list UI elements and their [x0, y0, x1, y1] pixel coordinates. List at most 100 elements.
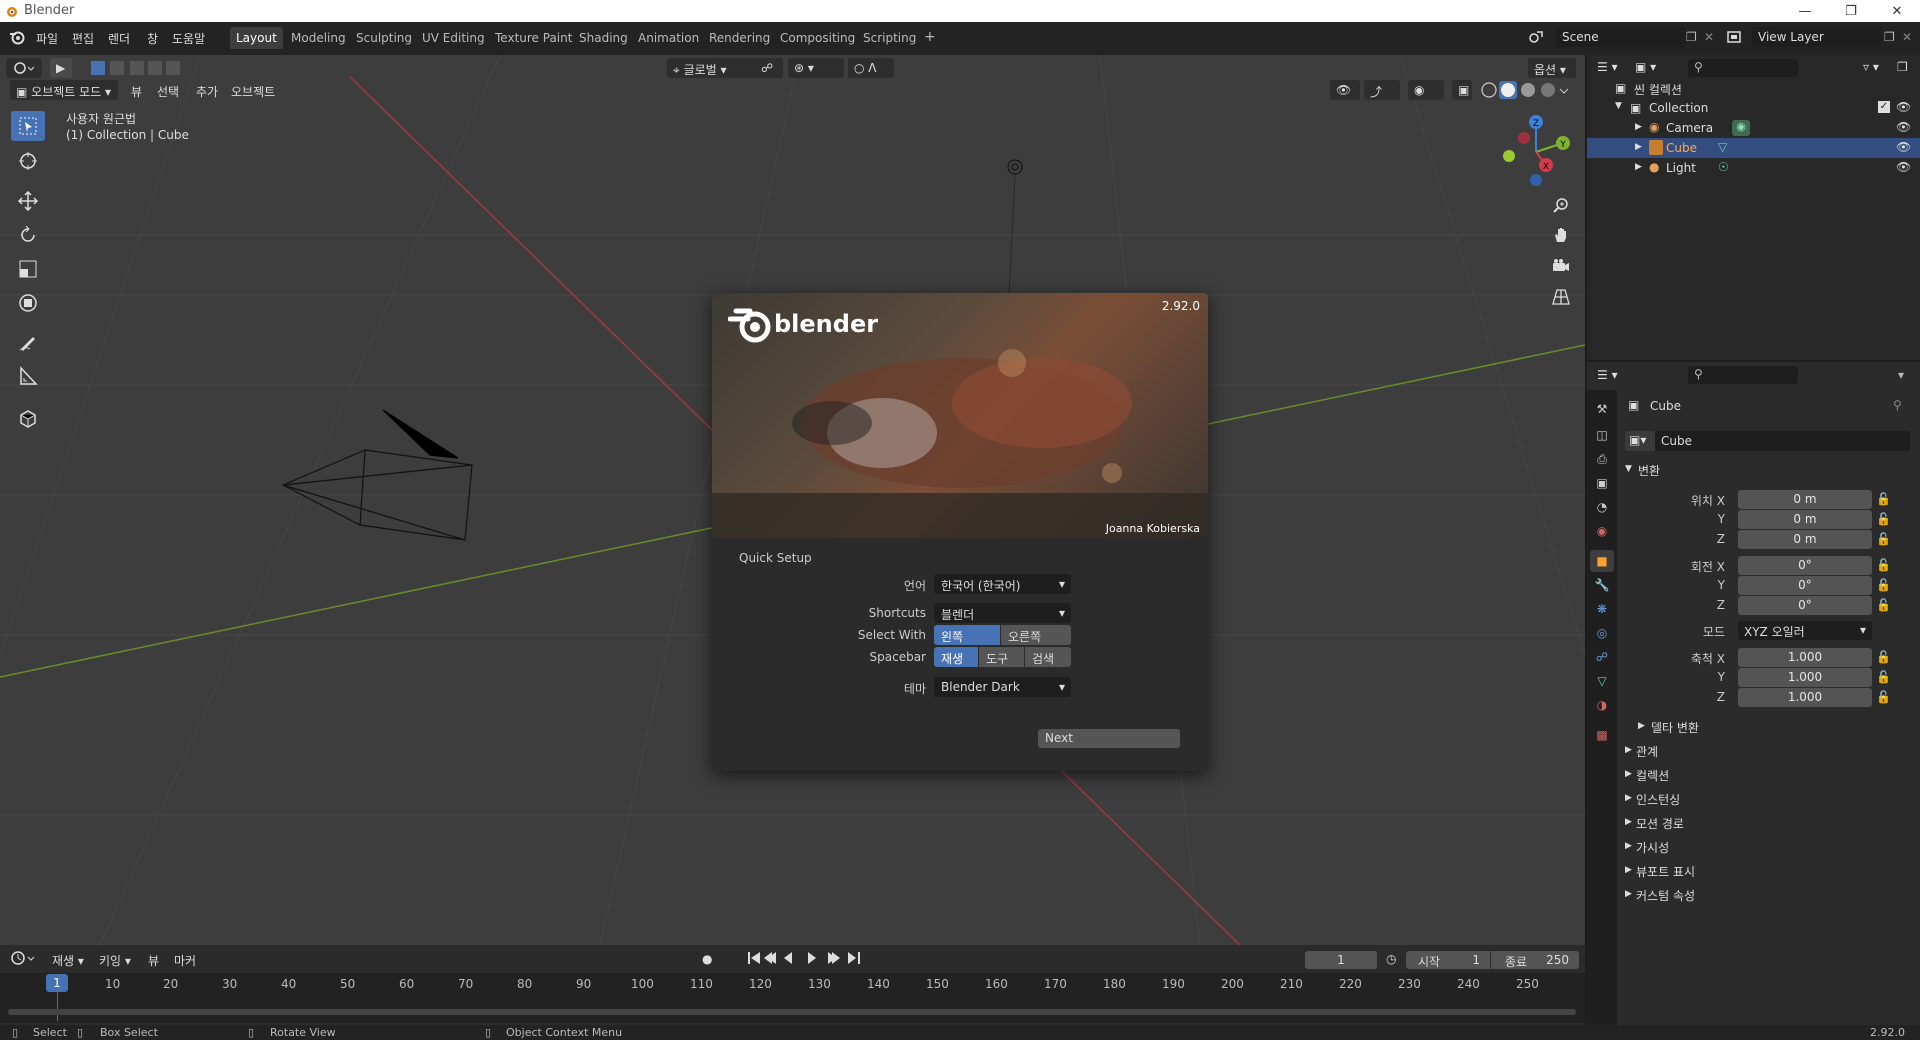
scale-y-field[interactable]: 1.000	[1738, 668, 1872, 687]
navigation-gizmo[interactable]: Z Y X	[1496, 112, 1576, 192]
collection-checkbox[interactable]: ✓	[1878, 101, 1890, 113]
instancing-expand-icon[interactable]: ▶	[1625, 793, 1632, 803]
spacebar-search-button[interactable]: 검색	[1025, 647, 1071, 667]
restore-button[interactable]: ❐	[1828, 0, 1874, 22]
lock-location-y-icon[interactable]: 🔓	[1876, 512, 1891, 526]
location-x-field[interactable]: 0 m	[1738, 490, 1872, 509]
scale-x-field[interactable]: 1.000	[1738, 648, 1872, 667]
lock-rotation-y-icon[interactable]: 🔓	[1876, 578, 1891, 592]
scale-z-field[interactable]: 1.000	[1738, 688, 1872, 707]
transform-expand-icon[interactable]: ▼	[1625, 464, 1632, 474]
properties-options-icon[interactable]: ▾	[1898, 368, 1904, 382]
close-button[interactable]: ✕	[1874, 0, 1920, 22]
cube-mesh-icon[interactable]: ▽	[1718, 140, 1727, 154]
data-tab-icon[interactable]: ▽	[1590, 670, 1614, 692]
rotation-mode-dropdown[interactable]: XYZ 오일러 ▾	[1738, 621, 1872, 640]
lock-location-x-icon[interactable]: 🔓	[1876, 492, 1891, 506]
tab-rendering[interactable]: Rendering	[703, 27, 776, 49]
outliner-row-cube[interactable]: ▶ Cube ▽ 👁	[1587, 138, 1920, 158]
cursor-tool[interactable]	[11, 146, 45, 176]
selection-mode-icons[interactable]	[90, 60, 182, 76]
annotate-tool[interactable]	[11, 327, 45, 357]
add-menu[interactable]: 추가	[196, 83, 218, 100]
cube-expand-icon[interactable]: ▶	[1635, 142, 1642, 152]
view-layer-remove-icon[interactable]: ✕	[1902, 30, 1912, 44]
playback-controls[interactable]	[748, 949, 864, 967]
theme-dropdown[interactable]: Blender Dark ▾	[934, 677, 1071, 697]
location-y-field[interactable]: 0 m	[1738, 510, 1872, 529]
custom-props-panel-header[interactable]: 커스텀 속성	[1636, 887, 1695, 904]
motion-paths-expand-icon[interactable]: ▶	[1625, 817, 1632, 827]
timeline-editor-type-icon[interactable]	[10, 951, 36, 965]
view-layer-field[interactable]: View Layer	[1752, 27, 1882, 47]
filter-icon[interactable]: ▿ ▾	[1863, 60, 1879, 74]
constraints-tab-icon[interactable]: ☍	[1590, 646, 1614, 668]
camera-view-icon[interactable]	[1548, 253, 1574, 279]
view-layer-tab-icon[interactable]: ▣	[1590, 472, 1614, 494]
pin-icon[interactable]: ⚲	[1893, 398, 1902, 412]
object-name-field[interactable]: Cube	[1655, 431, 1910, 451]
select-box-tool[interactable]	[11, 111, 45, 141]
clock-icon[interactable]: ◷	[1386, 952, 1396, 966]
lock-rotation-z-icon[interactable]: 🔓	[1876, 598, 1891, 612]
visibility-expand-icon[interactable]: ▶	[1625, 841, 1632, 851]
editor-type-button[interactable]	[6, 58, 42, 78]
view-menu[interactable]: 뷰	[131, 83, 142, 100]
collection-expand-icon[interactable]: ▼	[1615, 101, 1622, 111]
rotation-x-field[interactable]: 0°	[1738, 556, 1872, 575]
tab-sculpting[interactable]: Sculpting	[350, 27, 418, 49]
tab-texture-paint[interactable]: Texture Paint	[489, 27, 578, 49]
instancing-panel-header[interactable]: 인스턴싱	[1636, 791, 1680, 808]
shading-mode-icons[interactable]	[1480, 81, 1572, 99]
options-dropdown[interactable]: 옵션 ▾	[1528, 58, 1576, 78]
menu-file[interactable]: 파일	[36, 30, 58, 47]
world-tab-icon[interactable]: ◉	[1590, 520, 1614, 542]
tool-tab-icon[interactable]: ⚒	[1590, 398, 1614, 420]
menu-help[interactable]: 도움말	[172, 30, 205, 47]
custom-props-expand-icon[interactable]: ▶	[1625, 889, 1632, 899]
delta-expand-icon[interactable]: ▶	[1638, 721, 1645, 731]
zoom-icon[interactable]	[1548, 192, 1574, 218]
outliner-row-collection[interactable]: ▼ ▣ Collection ✓ 👁	[1587, 98, 1920, 118]
tab-scripting[interactable]: Scripting	[857, 27, 922, 49]
tab-uv-editing[interactable]: UV Editing	[416, 27, 491, 49]
lock-location-z-icon[interactable]: 🔓	[1876, 532, 1891, 546]
select-menu[interactable]: 선택	[157, 83, 179, 100]
move-tool[interactable]	[11, 186, 45, 216]
lock-scale-x-icon[interactable]: 🔓	[1876, 650, 1891, 664]
view-layer-copy-icon[interactable]: ❐	[1884, 30, 1895, 44]
select-tool-icon[interactable]: ▶	[50, 58, 72, 78]
end-frame-field[interactable]: 종료 250	[1491, 951, 1579, 969]
snap-icon[interactable]: ⊛ ▾	[788, 58, 844, 78]
view-layer-icon[interactable]	[1726, 29, 1742, 45]
select-right-button[interactable]: 오른쪽	[1001, 625, 1071, 645]
lock-scale-z-icon[interactable]: 🔓	[1876, 690, 1891, 704]
collections-expand-icon[interactable]: ▶	[1625, 769, 1632, 779]
overlay-toggle-icon[interactable]: ◉	[1408, 80, 1444, 100]
viewport-display-panel-header[interactable]: 뷰포트 표시	[1636, 863, 1695, 880]
scene-name-field[interactable]: Scene	[1556, 27, 1686, 47]
lock-scale-y-icon[interactable]: 🔓	[1876, 670, 1891, 684]
scale-tool[interactable]	[11, 254, 45, 284]
lock-rotation-x-icon[interactable]: 🔓	[1876, 558, 1891, 572]
material-tab-icon[interactable]: ◑	[1590, 694, 1614, 716]
spacebar-play-button[interactable]: 재생	[934, 647, 978, 667]
object-tab-icon[interactable]: ■	[1590, 550, 1614, 572]
new-collection-icon[interactable]: ❐	[1897, 60, 1908, 74]
record-icon[interactable]: ●	[702, 952, 712, 966]
tab-compositing[interactable]: Compositing	[774, 27, 861, 49]
output-tab-icon[interactable]: ⎙	[1590, 448, 1614, 470]
add-cube-tool[interactable]	[11, 403, 45, 433]
outliner-search-input[interactable]: ⚲	[1688, 59, 1798, 77]
relations-panel-header[interactable]: 관계	[1636, 743, 1658, 760]
collection-visibility-icon[interactable]: 👁	[1896, 100, 1911, 114]
shortcuts-dropdown[interactable]: 블렌더 ▾	[934, 603, 1071, 623]
transform-tool[interactable]	[11, 288, 45, 318]
cube-visibility-icon[interactable]: 👁	[1896, 140, 1911, 154]
delta-transform-header[interactable]: 델타 변환	[1651, 719, 1699, 736]
proportional-icon[interactable]: ○ Λ	[848, 58, 894, 78]
scene-tab-icon[interactable]: ◔	[1590, 496, 1614, 518]
language-dropdown[interactable]: 한국어 (한국어) ▾	[934, 574, 1071, 594]
tab-layout[interactable]: Layout	[230, 27, 283, 49]
properties-search-input[interactable]: ⚲	[1688, 366, 1798, 384]
